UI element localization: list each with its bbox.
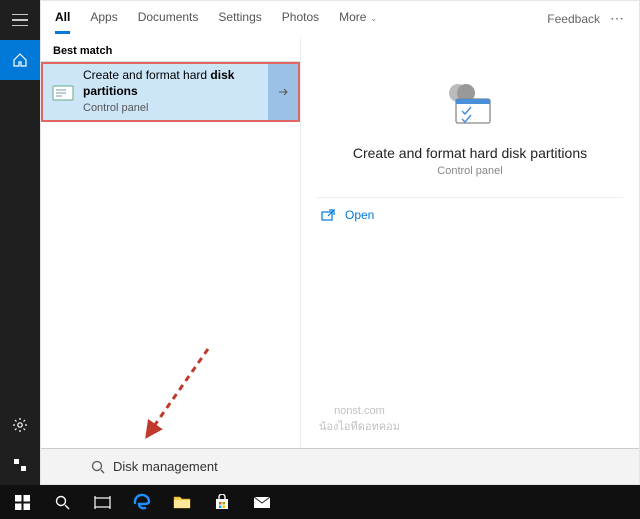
more-options-icon[interactable]: ⋯ [610, 10, 625, 27]
best-match-header: Best match [41, 37, 300, 62]
divider [317, 197, 623, 198]
store-icon[interactable] [204, 485, 240, 519]
tab-apps[interactable]: Apps [90, 10, 117, 28]
result-title: Create and format hard disk partitions C… [83, 68, 268, 115]
open-action[interactable]: Open [317, 208, 374, 222]
tab-settings[interactable]: Settings [218, 10, 261, 28]
control-panel-icon [43, 83, 83, 101]
expand-arrow-icon[interactable] [268, 64, 298, 120]
open-icon [321, 209, 335, 221]
search-panel: All Apps Documents Settings Photos More … [40, 0, 640, 485]
edge-icon[interactable] [124, 485, 160, 519]
feedback-link[interactable]: Feedback [547, 12, 600, 26]
hamburger-icon[interactable] [0, 0, 40, 40]
taskbar-search-icon[interactable] [44, 485, 80, 519]
filter-tabs: All Apps Documents Settings Photos More … [41, 1, 639, 37]
tab-all[interactable]: All [55, 10, 70, 28]
start-button[interactable] [4, 485, 40, 519]
task-view-icon[interactable] [84, 485, 120, 519]
home-icon[interactable] [0, 40, 40, 80]
recent-icon[interactable] [0, 445, 40, 485]
gear-icon[interactable] [0, 405, 40, 445]
detail-pane: Create and format hard disk partitions C… [301, 37, 639, 448]
detail-title: Create and format hard disk partitions [353, 145, 587, 161]
search-bar[interactable]: Disk management [41, 448, 639, 484]
result-disk-partitions[interactable]: Create and format hard disk partitions C… [41, 62, 300, 122]
results-column: Best match Create and format hard disk p… [41, 37, 301, 448]
search-icon [91, 460, 105, 474]
taskbar [0, 485, 640, 519]
tab-photos[interactable]: Photos [282, 10, 319, 28]
mail-icon[interactable] [244, 485, 280, 519]
detail-subtitle: Control panel [437, 165, 502, 177]
tab-documents[interactable]: Documents [138, 10, 199, 28]
chevron-down-icon: ⌄ [370, 13, 378, 23]
file-explorer-icon[interactable] [164, 485, 200, 519]
search-query: Disk management [113, 459, 218, 474]
cortana-left-rail [0, 0, 40, 485]
result-subtitle: Control panel [83, 101, 268, 115]
tab-more[interactable]: More ⌄ [339, 10, 377, 28]
disk-partitions-icon [442, 81, 498, 131]
